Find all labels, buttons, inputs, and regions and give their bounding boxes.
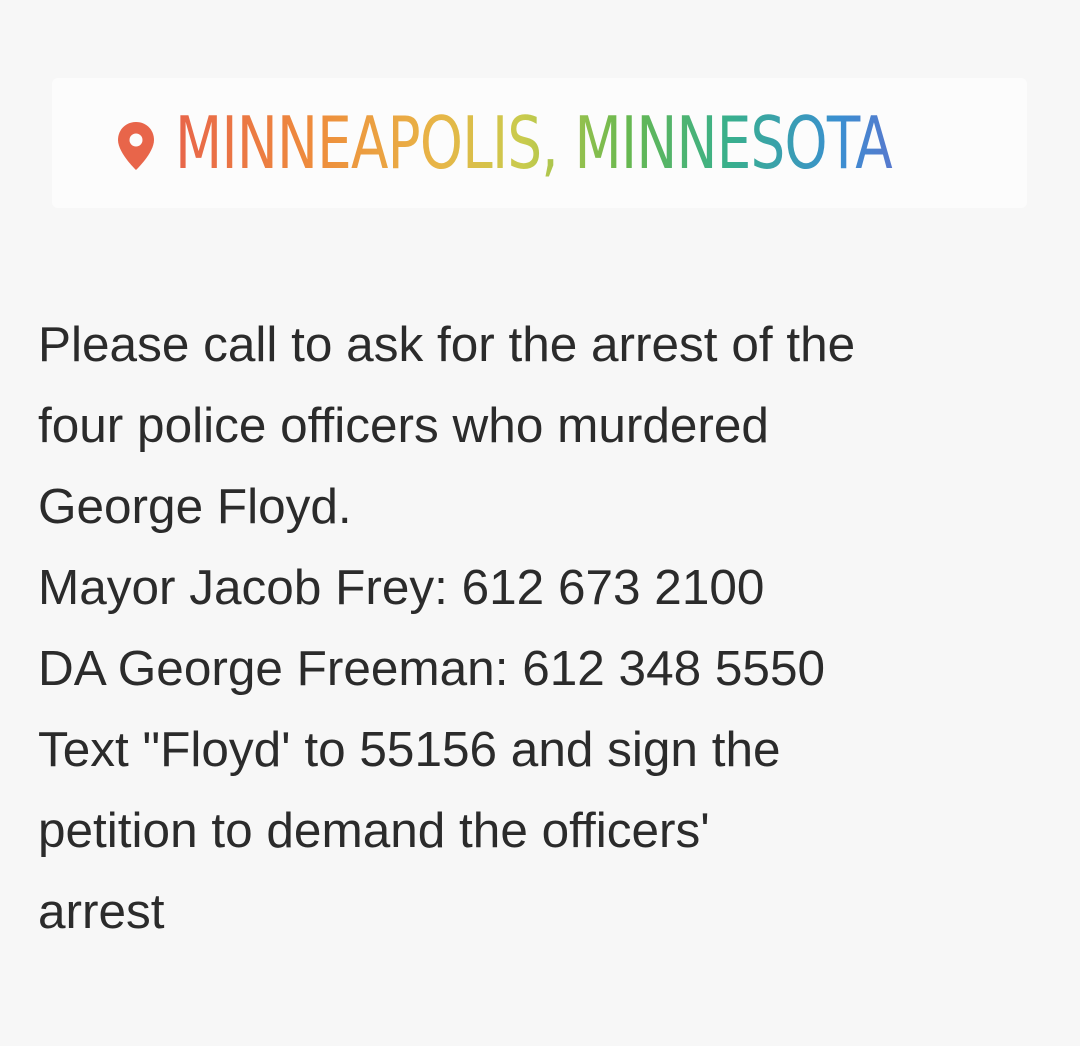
message-line: arrest [38,884,165,939]
location-sticker[interactable]: MINNEAPOLIS, MINNESOTA [52,78,1027,208]
da-phone-line: DA George Freeman: 612 348 5550 [38,641,826,696]
message-line: George Floyd. [38,479,352,534]
location-label: MINNEAPOLIS, MINNESOTA [175,107,965,179]
message-line: petition to demand the officers' [38,803,710,858]
mayor-phone-line: Mayor Jacob Frey: 612 673 2100 [38,560,765,615]
location-pin-icon [115,119,157,173]
message-line: Please call to ask for the arrest of the [38,317,856,372]
message-line: four police officers who murdered [38,398,769,453]
message-line: Text "Floyd' to 55156 and sign the [38,722,781,777]
message-body: Please call to ask for the arrest of the… [38,304,1078,952]
